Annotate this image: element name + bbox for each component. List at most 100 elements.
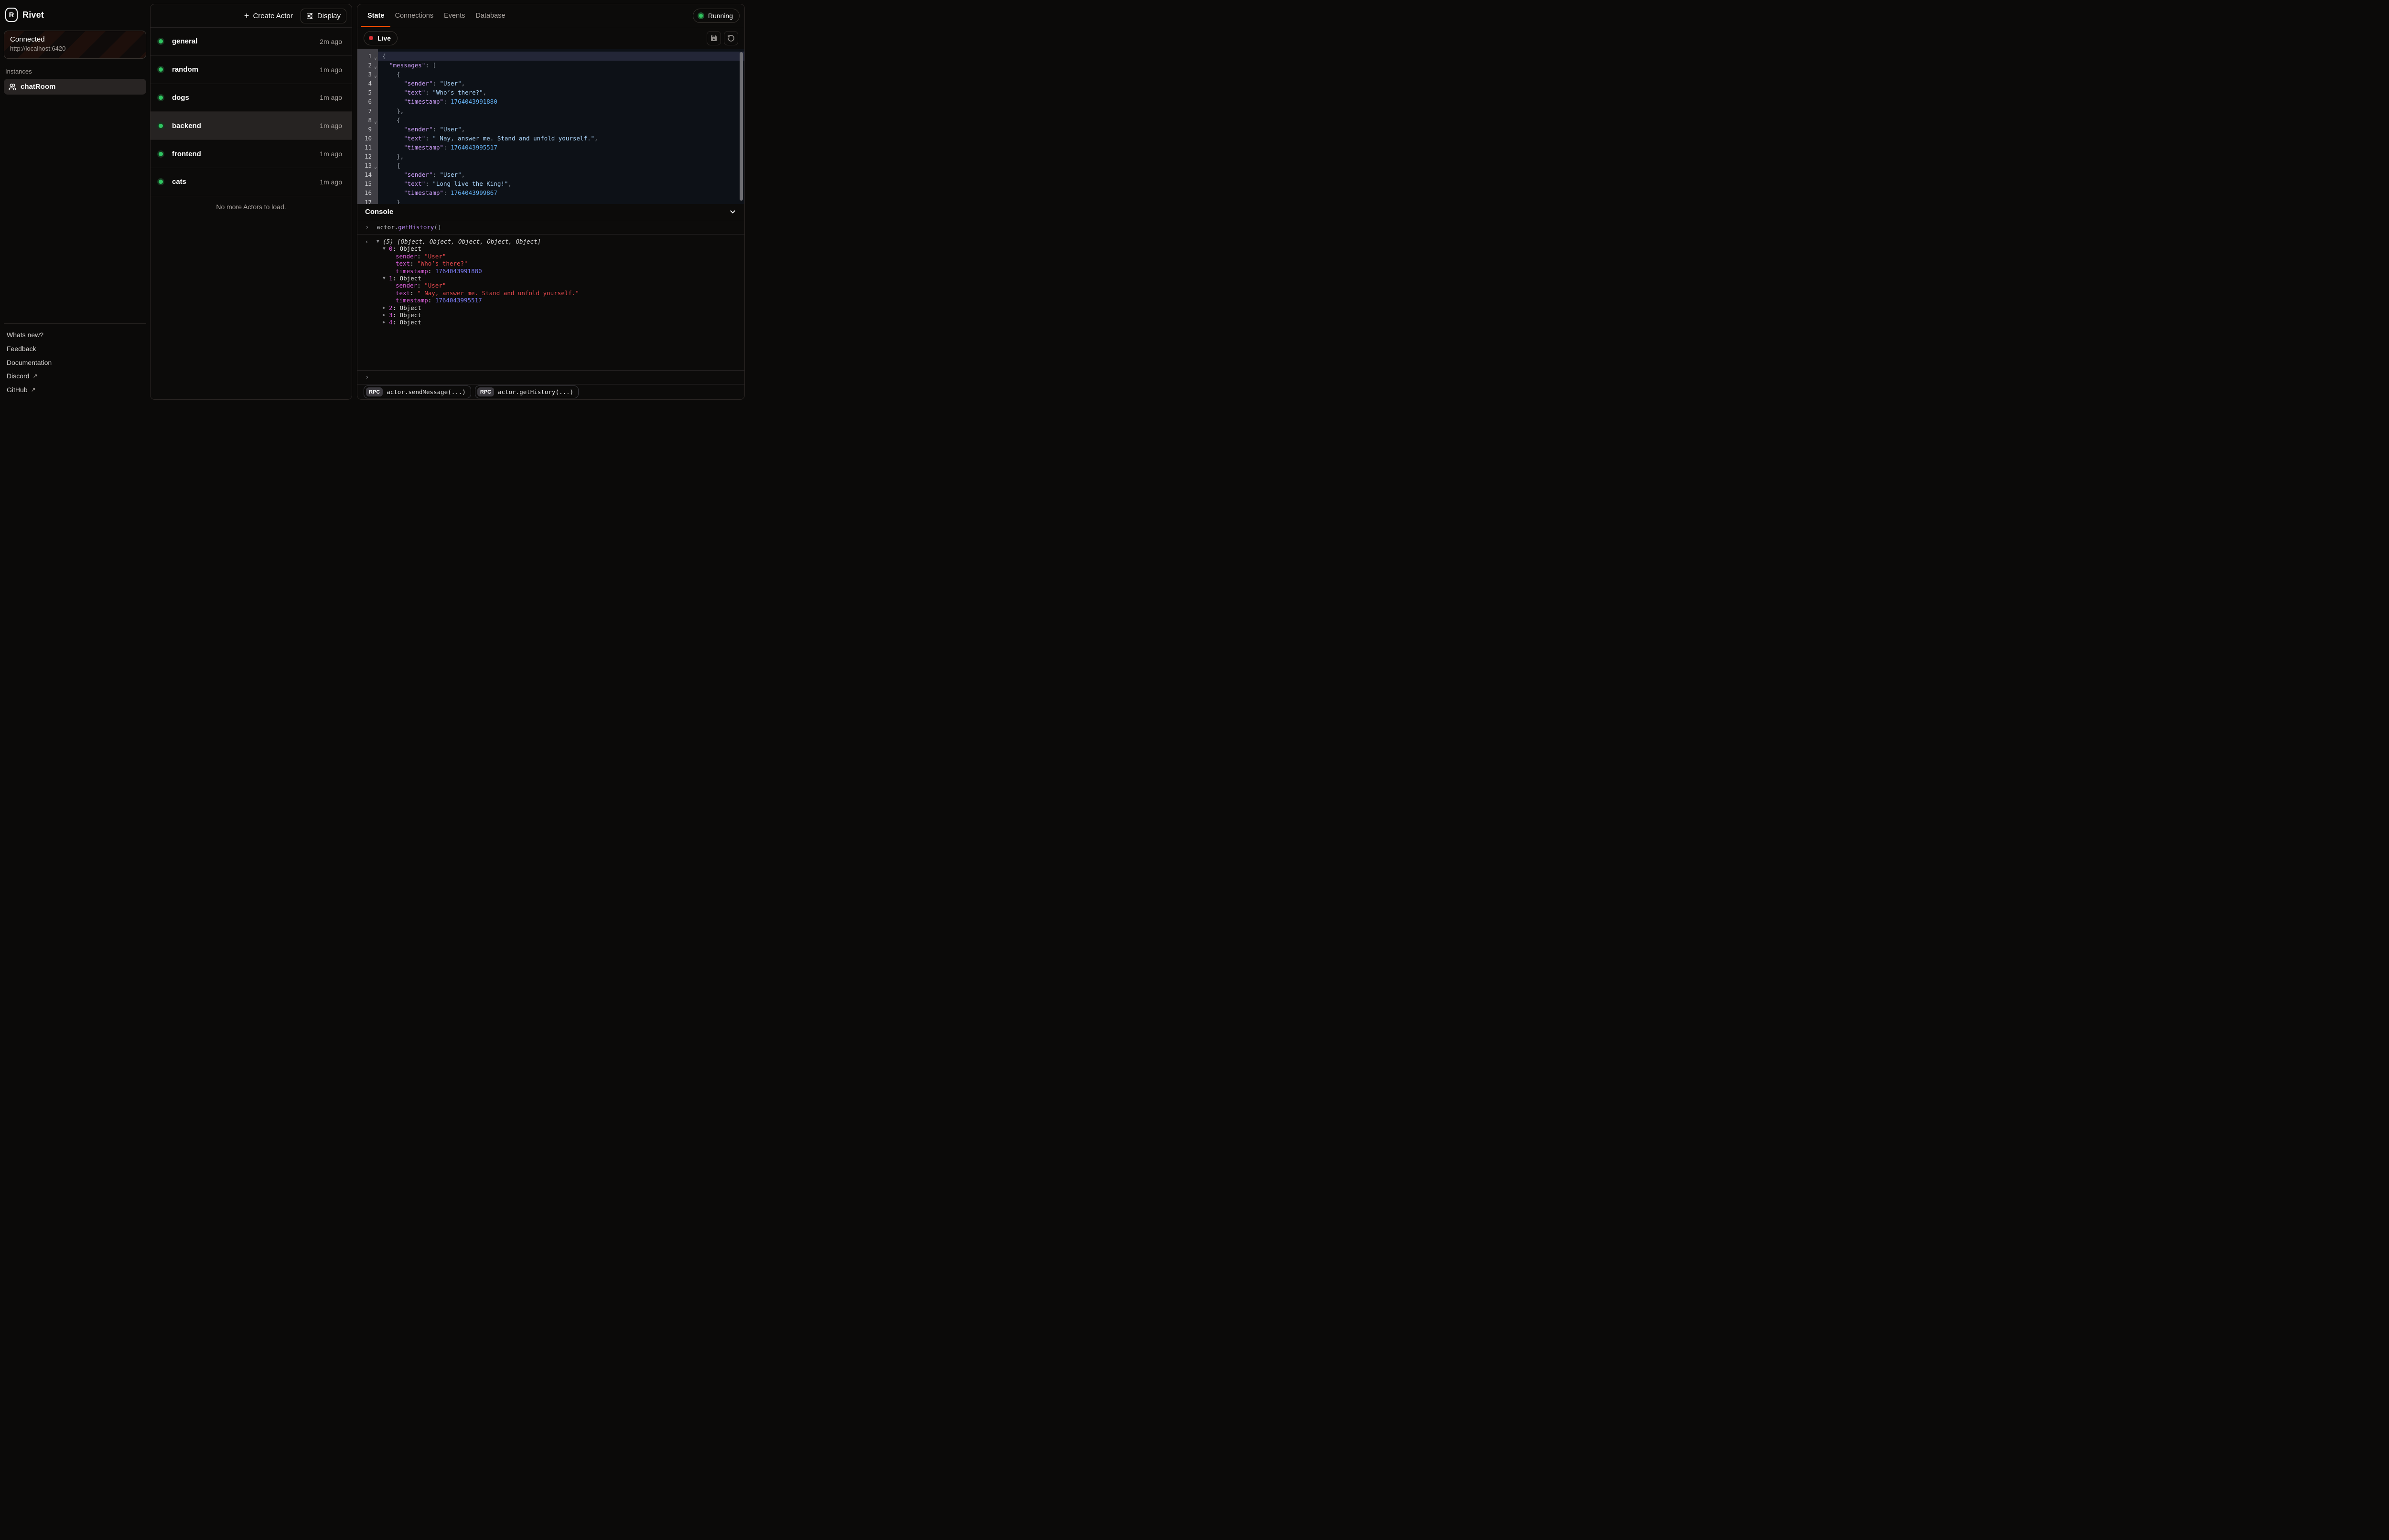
chevron-down-icon[interactable]	[729, 208, 737, 216]
rpc-label: actor.getHistory(...)	[498, 388, 573, 396]
console-header[interactable]: Console	[357, 204, 744, 220]
console-row: text: "Who’s there?"	[365, 260, 737, 267]
token-p	[382, 126, 404, 133]
token-s: "Long live the King!"	[432, 180, 508, 187]
token-str: " Nay, answer me. Stand and unfold yours…	[417, 289, 579, 297]
sidebar-link-feedback[interactable]: Feedback	[7, 342, 143, 356]
plus-icon: +	[244, 11, 249, 20]
triangle-open-icon[interactable]: ▼	[377, 238, 383, 245]
sidebar-spacer	[0, 95, 150, 323]
result-mark-icon	[365, 245, 377, 252]
console-row: text: " Nay, answer me. Stand and unfold…	[365, 289, 737, 297]
create-actor-button[interactable]: + Create Actor	[244, 11, 293, 20]
sidebar-item-chatroom[interactable]: chatRoom	[4, 79, 146, 95]
red-dot-icon	[369, 36, 373, 40]
console-row: ▶2: Object	[365, 304, 737, 311]
sidebar-link-discord[interactable]: Discord↗	[7, 369, 143, 383]
prompt-icon: ›	[365, 224, 377, 231]
sidebar-link-documentation[interactable]: Documentation	[7, 355, 143, 369]
token-p: {	[382, 117, 400, 124]
rpc-button-actor-gethistory-[interactable]: RPCactor.getHistory(...)	[475, 385, 579, 398]
token-p: {	[382, 53, 386, 60]
token-idx: 0	[389, 245, 393, 252]
actor-status-dot	[157, 150, 164, 158]
token-p: :	[443, 98, 451, 105]
editor-line-3: 3v {	[357, 70, 744, 79]
line-number: 1v	[357, 52, 378, 61]
tab-label: Events	[444, 12, 465, 20]
external-link-icon: ↗	[31, 386, 36, 393]
revert-button[interactable]	[724, 31, 738, 45]
code-text: {	[378, 161, 744, 170]
actor-row-backend[interactable]: backend1m ago	[151, 112, 352, 140]
actor-row-general[interactable]: general2m ago	[151, 28, 352, 56]
console-command: actor.getHistory()	[377, 224, 441, 231]
token-p: :	[432, 126, 440, 133]
status-badge-label: Running	[708, 12, 733, 20]
code-text: "timestamp": 1764043995517	[378, 143, 744, 152]
console-row: sender: "User"	[365, 282, 737, 289]
triangle-open-icon[interactable]: ▼	[383, 275, 389, 282]
actor-status-dot	[157, 38, 164, 45]
rpc-shortcuts: RPCactor.sendMessage(...) RPCactor.getHis…	[357, 384, 744, 399]
actor-list: general2m agorandom1m agodogs1m agobacke…	[151, 28, 352, 196]
console-prompt-line[interactable]: ›	[357, 370, 744, 384]
console-row: ▼0: Object	[365, 245, 737, 252]
line-number: 9	[357, 125, 378, 134]
console-history-entry: › actor.getHistory()	[357, 220, 744, 235]
editor-line-11: 11 "timestamp": 1764043995517	[357, 143, 744, 152]
line-number: 17	[357, 198, 378, 204]
live-badge[interactable]: Live	[364, 31, 398, 45]
sidebar-link-github[interactable]: GitHub↗	[7, 383, 143, 396]
token-p	[382, 80, 404, 87]
token-pl: :	[410, 289, 417, 297]
sidebar-link-whats-new-[interactable]: Whats new?	[7, 328, 143, 342]
line-number: 6	[357, 97, 378, 106]
token-num: 1764043995517	[435, 297, 482, 304]
editor-line-13: 13v {	[357, 161, 744, 170]
tab-state[interactable]: State	[362, 4, 389, 27]
actor-row-random[interactable]: random1m ago	[151, 56, 352, 84]
token-k: "text"	[404, 135, 425, 142]
code-text: "sender": "User",	[378, 125, 744, 134]
token-pl: :	[417, 282, 424, 289]
save-button[interactable]	[707, 31, 721, 45]
actor-row-cats[interactable]: cats1m ago	[151, 168, 352, 196]
actor-name: cats	[172, 178, 186, 186]
result-mark-icon	[365, 289, 377, 297]
actor-status-dot	[157, 94, 164, 101]
token-p: :	[425, 180, 432, 187]
state-json-editor[interactable]: 1v{2v "messages": [3v {4 "sender": "User…	[357, 49, 744, 204]
prompt-icon: ›	[365, 374, 377, 381]
editor-scrollbar[interactable]	[740, 52, 743, 201]
token-p: :	[443, 144, 451, 151]
triangle-closed-icon[interactable]: ▶	[383, 311, 389, 319]
editor-line-6: 6 "timestamp": 1764043991880	[357, 97, 744, 106]
triangle-closed-icon[interactable]: ▶	[383, 304, 389, 311]
triangle-open-icon[interactable]: ▼	[383, 245, 389, 252]
console-title: Console	[365, 208, 393, 216]
tab-connections[interactable]: Connections	[389, 4, 439, 27]
token-p	[382, 189, 404, 196]
rpc-button-actor-sendmessage-[interactable]: RPCactor.sendMessage(...)	[364, 385, 471, 398]
users-icon	[9, 83, 16, 91]
triangle-closed-icon[interactable]: ▶	[383, 319, 389, 326]
display-label: Display	[317, 12, 341, 20]
code-text: {	[378, 52, 744, 61]
brand-name: Rivet	[22, 10, 44, 20]
tab-events[interactable]: Events	[439, 4, 470, 27]
actor-row-frontend[interactable]: frontend1m ago	[151, 140, 352, 168]
token-k: "sender"	[404, 126, 432, 133]
sidebar-link-label: Documentation	[7, 359, 52, 366]
token-key: timestamp	[396, 297, 428, 304]
actor-row-dogs[interactable]: dogs1m ago	[151, 84, 352, 112]
token-k: "timestamp"	[404, 189, 443, 196]
tab-database[interactable]: Database	[470, 4, 510, 27]
token-p	[382, 171, 404, 178]
token-p: },	[382, 107, 404, 115]
actor-time: 1m ago	[320, 66, 342, 74]
sidebar-link-label: Whats new?	[7, 331, 43, 339]
display-button[interactable]: Display	[301, 9, 346, 23]
token-p: ,	[462, 171, 465, 178]
result-mark-icon	[365, 253, 377, 260]
